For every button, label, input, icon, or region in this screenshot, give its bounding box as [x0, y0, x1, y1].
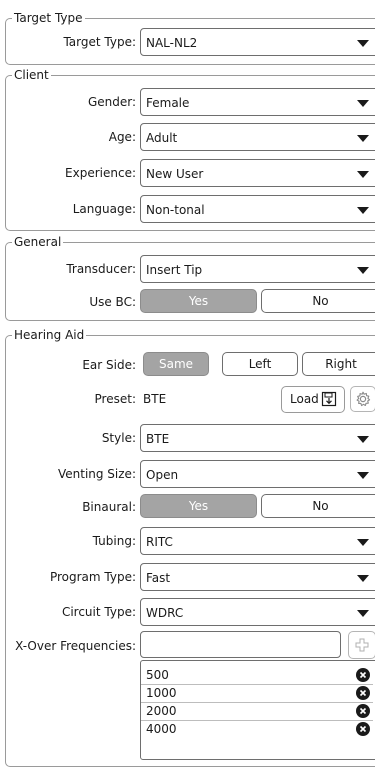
gender-label: Gender:	[87, 95, 136, 109]
language-value: Non-tonal	[146, 203, 205, 217]
circuit-type-value: WDRC	[146, 606, 184, 620]
tubing-label: Tubing:	[92, 534, 136, 548]
binaural-yes-button[interactable]: Yes	[140, 494, 257, 518]
use-bc-yes-button[interactable]: Yes	[140, 289, 257, 313]
target-type-value: NAL-NL2	[146, 36, 198, 50]
venting-size-dropdown[interactable]: Open	[140, 460, 375, 488]
remove-circle-icon[interactable]	[356, 686, 370, 700]
chevron-down-icon	[357, 539, 369, 546]
remove-circle-icon[interactable]	[356, 668, 370, 682]
preset-settings-button[interactable]	[350, 386, 375, 412]
preset-value: BTE	[143, 392, 167, 406]
ear-side-left-button[interactable]: Left	[222, 352, 298, 376]
frequency-value: 1000	[146, 686, 177, 700]
experience-value: New User	[146, 167, 204, 181]
age-value: Adult	[146, 131, 178, 145]
style-label: Style:	[101, 431, 136, 445]
save-icon	[321, 391, 337, 407]
chevron-down-icon	[357, 267, 369, 274]
binaural-label: Binaural:	[82, 500, 136, 514]
chevron-down-icon	[357, 575, 369, 582]
frequency-value: 500	[146, 668, 169, 682]
chevron-down-icon	[357, 610, 369, 617]
chevron-down-icon	[357, 207, 369, 214]
xover-frequencies-label: X-Over Frequencies:	[15, 639, 136, 653]
gender-dropdown[interactable]: Female	[140, 88, 375, 116]
frequency-value: 4000	[146, 722, 177, 736]
chevron-down-icon	[357, 436, 369, 443]
frequency-value: 2000	[146, 704, 177, 718]
language-dropdown[interactable]: Non-tonal	[140, 195, 375, 223]
use-bc-no-button[interactable]: No	[261, 289, 375, 313]
chevron-down-icon	[357, 135, 369, 142]
load-label: Load	[290, 392, 319, 406]
ear-side-right-button[interactable]: Right	[302, 352, 375, 376]
venting-size-value: Open	[146, 468, 179, 482]
remove-circle-icon[interactable]	[356, 722, 370, 736]
tubing-value: RITC	[146, 535, 173, 549]
chevron-down-icon	[357, 40, 369, 47]
target-type-dropdown[interactable]: NAL-NL2	[140, 28, 375, 56]
xover-frequency-list[interactable]: 500 1000 2000 4000	[140, 660, 375, 760]
style-dropdown[interactable]: BTE	[140, 424, 375, 452]
transducer-value: Insert Tip	[146, 263, 203, 277]
transducer-dropdown[interactable]: Insert Tip	[140, 255, 375, 283]
xover-frequency-input[interactable]	[140, 631, 341, 658]
target-type-label: Target Type:	[63, 35, 136, 49]
chevron-down-icon	[357, 171, 369, 178]
experience-dropdown[interactable]: New User	[140, 159, 375, 187]
style-value: BTE	[146, 432, 170, 446]
binaural-no-button[interactable]: No	[261, 494, 375, 518]
chevron-down-icon	[357, 472, 369, 479]
load-preset-button[interactable]: Load	[281, 386, 345, 413]
plus-icon	[355, 638, 369, 652]
program-type-dropdown[interactable]: Fast	[140, 563, 375, 591]
ear-side-label: Ear Side:	[82, 358, 136, 372]
age-dropdown[interactable]: Adult	[140, 123, 375, 151]
gender-value: Female	[146, 96, 190, 110]
ear-side-same-button[interactable]: Same	[143, 352, 209, 376]
add-frequency-button[interactable]	[348, 631, 375, 659]
age-label: Age:	[108, 130, 136, 144]
tubing-dropdown[interactable]: RITC	[140, 527, 375, 555]
general-group-title: General	[12, 234, 64, 250]
use-bc-label: Use BC:	[89, 295, 136, 309]
program-type-label: Program Type:	[49, 570, 136, 584]
hearing-aid-group-title: Hearing Aid	[12, 327, 87, 343]
transducer-label: Transducer:	[66, 262, 136, 276]
remove-circle-icon[interactable]	[356, 704, 370, 718]
target-type-group-title: Target Type	[12, 10, 85, 26]
preset-label: Preset:	[94, 392, 136, 406]
venting-size-label: Venting Size:	[57, 467, 136, 481]
language-label: Language:	[72, 202, 136, 216]
program-type-value: Fast	[146, 571, 171, 585]
client-group-title: Client	[12, 67, 51, 83]
gear-icon	[356, 391, 371, 407]
experience-label: Experience:	[65, 166, 136, 180]
circuit-type-label: Circuit Type:	[61, 605, 136, 619]
chevron-down-icon	[357, 100, 369, 107]
circuit-type-dropdown[interactable]: WDRC	[140, 598, 375, 626]
